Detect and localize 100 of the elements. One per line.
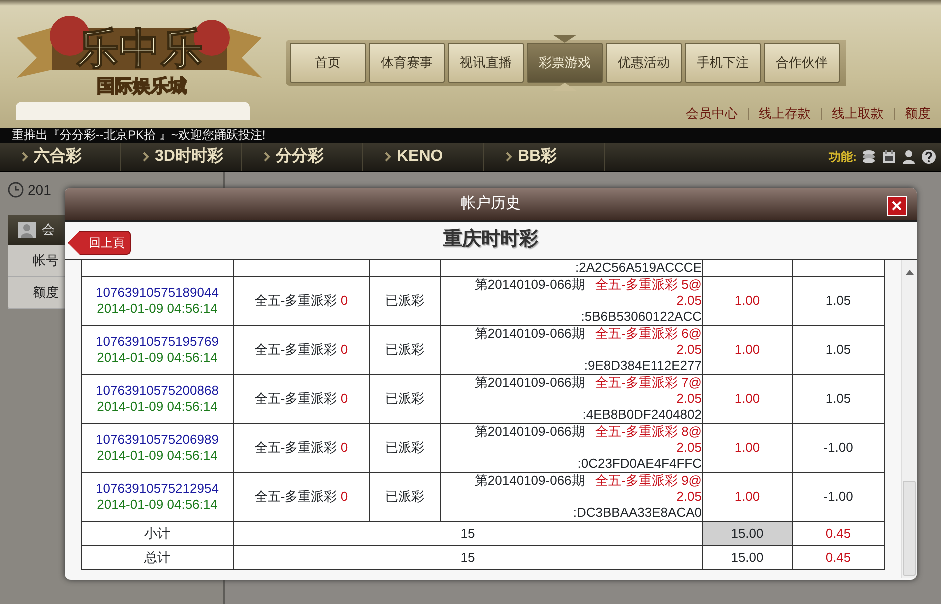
lottery-tab[interactable]: KENO bbox=[397, 145, 444, 169]
play-text: 全五-多重派彩 7@ bbox=[596, 375, 702, 390]
code-text: :0C23FD0AE4F4FFC bbox=[576, 456, 702, 472]
bet-type: 全五-多重派彩 0 bbox=[254, 440, 348, 455]
functions-label: 功能: bbox=[829, 149, 857, 166]
scroll-thumb[interactable] bbox=[903, 481, 916, 576]
lottery-tab[interactable]: 3D时时彩 bbox=[155, 145, 224, 169]
result-cell: 1.05 bbox=[792, 326, 884, 374]
order-time: 2014-01-09 04:56:14 bbox=[96, 448, 219, 464]
result-cell: -1.00 bbox=[792, 424, 884, 472]
chevron-icon bbox=[264, 152, 270, 162]
status-text: 已派彩 bbox=[386, 391, 424, 406]
total-count: 15 bbox=[234, 546, 702, 570]
period-text: 第20140109-066期 bbox=[474, 473, 585, 488]
calendar-icon[interactable] bbox=[881, 149, 897, 165]
odds-text: 2.05 bbox=[676, 293, 702, 309]
lottery-tab[interactable]: 六合彩 bbox=[34, 145, 82, 169]
period-text: 第20140109-066期 bbox=[474, 375, 585, 390]
pointer-icon bbox=[553, 35, 577, 43]
chevron-icon bbox=[22, 152, 28, 162]
total-label: 小计 bbox=[82, 522, 234, 546]
order-id: 10763910575212954 bbox=[95, 481, 220, 497]
panel-label: 额度 bbox=[33, 284, 59, 302]
bet-type: 全五-多重派彩 0 bbox=[254, 489, 348, 504]
coins-icon[interactable] bbox=[861, 149, 877, 165]
lottery-tab[interactable]: 分分彩 bbox=[276, 145, 324, 169]
result-cell: 1.05 bbox=[792, 374, 884, 424]
bet-type: 全五-多重派彩 0 bbox=[254, 342, 348, 357]
lottery-tab[interactable]: BB彩 bbox=[518, 145, 558, 169]
period-text: 第20140109-066期 bbox=[474, 277, 585, 292]
code-text: :5B6B53060122ACC bbox=[580, 309, 702, 325]
odds-text: 2.05 bbox=[676, 489, 702, 505]
status-text: 已派彩 bbox=[386, 342, 424, 357]
order-time: 2014-01-09 04:56:14 bbox=[96, 399, 219, 415]
code-text: :9E8D384E112E277 bbox=[583, 358, 702, 374]
order-id: 10763910575200868 bbox=[95, 383, 220, 399]
panel-label: 帐号 bbox=[33, 252, 59, 270]
order-id: 10763910575195769 bbox=[95, 334, 220, 350]
odds-text: 2.05 bbox=[676, 440, 702, 456]
total-label: 总计 bbox=[82, 546, 234, 570]
bet-type: 全五-多重派彩 0 bbox=[254, 293, 348, 308]
amount-cell: 1.00 bbox=[702, 424, 792, 472]
total-amount: 15.00 bbox=[702, 522, 792, 546]
play-text: 全五-多重派彩 8@ bbox=[596, 424, 702, 439]
user-icon bbox=[18, 222, 36, 238]
code-text: :4EB8B0DF2404802 bbox=[582, 407, 702, 423]
person-icon[interactable] bbox=[901, 149, 917, 165]
back-button[interactable]: 回上頁 bbox=[68, 231, 131, 255]
order-time: 2014-01-09 04:56:14 bbox=[96, 350, 219, 366]
bet-type: 全五-多重派彩 0 bbox=[254, 391, 348, 406]
status-text: 已派彩 bbox=[386, 293, 424, 308]
result-cell: -1.00 bbox=[792, 472, 884, 522]
chevron-icon bbox=[385, 152, 391, 162]
play-text: 全五-多重派彩 5@ bbox=[596, 277, 702, 292]
order-time: 2014-01-09 04:56:14 bbox=[96, 497, 219, 513]
amount-cell: 1.00 bbox=[702, 326, 792, 374]
account-link[interactable]: 线上取款 bbox=[822, 104, 894, 124]
account-link[interactable]: 线上存款 bbox=[749, 104, 821, 124]
play-text: 全五-多重派彩 9@ bbox=[596, 473, 702, 488]
nav-tab[interactable]: 手机下注 bbox=[685, 43, 761, 83]
scroll-up-icon[interactable] bbox=[906, 270, 914, 275]
odds-text: 2.05 bbox=[676, 342, 702, 358]
status-text: 已派彩 bbox=[386, 489, 424, 504]
order-id: 10763910575189044 bbox=[95, 285, 220, 301]
lottery-heading: 重庆时时彩 bbox=[444, 228, 538, 252]
total-amount: 15.00 bbox=[702, 546, 792, 570]
result-cell: 1.05 bbox=[792, 276, 884, 326]
close-button[interactable] bbox=[887, 196, 907, 216]
play-text: 全五-多重派彩 6@ bbox=[596, 326, 702, 341]
account-link[interactable]: 会员中心 bbox=[676, 104, 748, 124]
period-text: 第20140109-066期 bbox=[474, 424, 585, 439]
nav-tab[interactable]: 彩票游戏 bbox=[527, 43, 603, 83]
panel-title: 会 bbox=[42, 221, 55, 240]
clock-time: 201 bbox=[28, 180, 52, 200]
period-text: 第20140109-066期 bbox=[474, 326, 585, 341]
nav-tab[interactable]: 视讯直播 bbox=[448, 43, 524, 83]
nav-tab[interactable]: 优惠活动 bbox=[606, 43, 682, 83]
amount-cell: 1.00 bbox=[702, 374, 792, 424]
odds-text: 2.05 bbox=[676, 391, 702, 407]
help-icon[interactable] bbox=[921, 149, 937, 165]
total-result: 0.45 bbox=[792, 546, 884, 570]
amount-cell: 1.00 bbox=[702, 276, 792, 326]
nav-tab[interactable]: 合作伙伴 bbox=[764, 43, 840, 83]
total-count: 15 bbox=[234, 522, 702, 546]
chevron-icon bbox=[143, 152, 149, 162]
pointer-icon bbox=[553, 83, 577, 91]
chevron-icon bbox=[506, 152, 512, 162]
order-time: 2014-01-09 04:56:14 bbox=[96, 301, 219, 317]
news-ticker: 重推出『分分彩--北京PK拾 』~欢迎您踊跃投注! bbox=[12, 128, 266, 142]
dialog-title: 帐户历史 bbox=[461, 194, 521, 214]
total-result: 0.45 bbox=[792, 522, 884, 546]
close-icon[interactable] bbox=[892, 201, 902, 211]
clock-icon bbox=[8, 182, 24, 198]
code-text: :2A2C56A519ACCCE bbox=[574, 260, 702, 276]
status-text: 已派彩 bbox=[386, 440, 424, 455]
nav-tab[interactable]: 首页 bbox=[290, 43, 366, 83]
account-link[interactable]: 额度 bbox=[895, 104, 941, 124]
scrollbar[interactable] bbox=[901, 260, 917, 578]
code-text: :DC3BBAA33E8ACA0 bbox=[572, 505, 702, 521]
nav-tab[interactable]: 体育赛事 bbox=[369, 43, 445, 83]
